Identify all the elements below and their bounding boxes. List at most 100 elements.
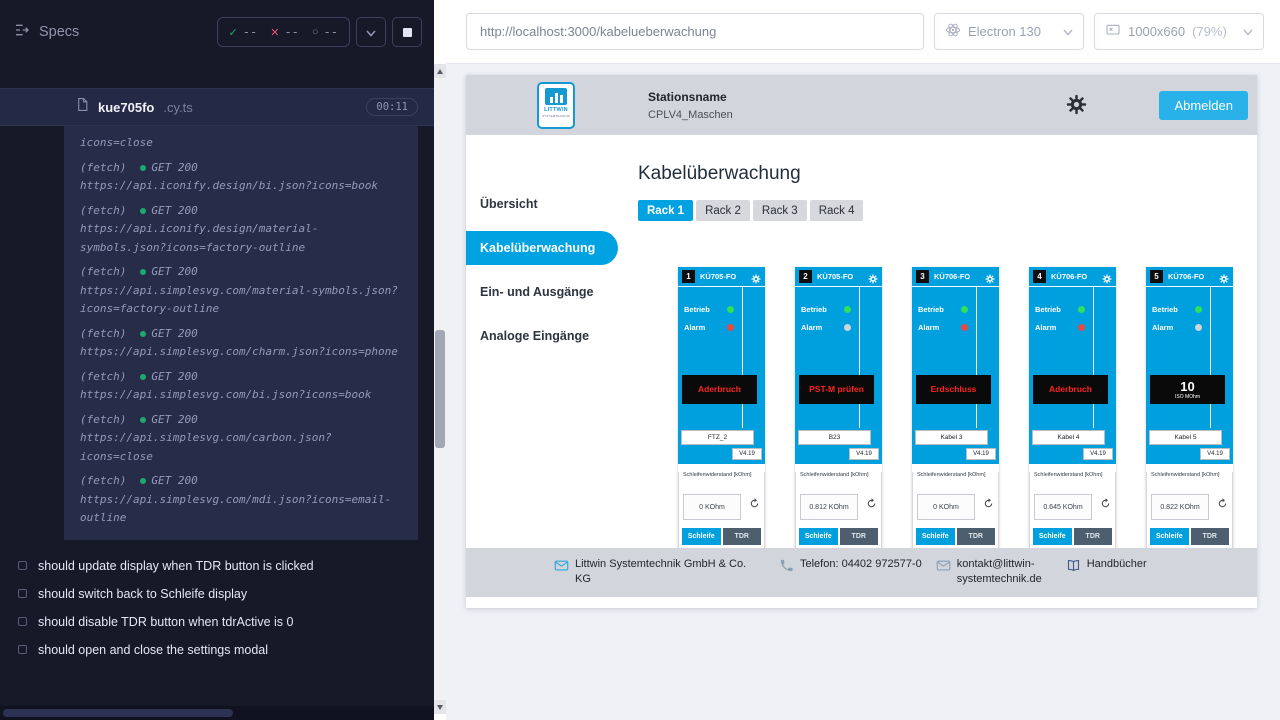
chevron-down-icon bbox=[366, 25, 376, 40]
loop-resistance-label: Schleifenwiderstand [kOhm] bbox=[1034, 472, 1115, 478]
betrieb-row: Betrieb bbox=[918, 305, 968, 314]
gear-icon[interactable] bbox=[868, 271, 878, 289]
scrollbar-thumb[interactable] bbox=[3, 709, 233, 717]
x-icon: ✕ bbox=[270, 26, 279, 39]
gear-icon[interactable] bbox=[985, 271, 995, 289]
betrieb-label: Betrieb bbox=[1152, 305, 1178, 314]
settings-gear-icon[interactable] bbox=[1066, 94, 1087, 120]
gear-icon[interactable] bbox=[1102, 271, 1112, 289]
tdr-button[interactable]: TDR bbox=[1191, 528, 1230, 545]
betrieb-row: Betrieb bbox=[1152, 305, 1202, 314]
test-item[interactable]: should update display when TDR button is… bbox=[18, 552, 424, 580]
log-overflow-line: icons=close bbox=[80, 134, 402, 153]
refresh-icon[interactable] bbox=[1217, 498, 1228, 509]
status-code: GET 200 bbox=[151, 472, 197, 491]
log-entry[interactable]: (fetch) GET 200 https://api.iconify.desi… bbox=[80, 159, 402, 196]
refresh-icon[interactable] bbox=[866, 498, 877, 509]
alarm-led bbox=[961, 324, 968, 331]
fetch-method: (fetch) bbox=[80, 411, 126, 430]
loop-resistance-label: Schleifenwiderstand [kOhm] bbox=[917, 472, 998, 478]
schleife-button[interactable]: Schleife bbox=[1150, 528, 1189, 545]
log-entry-head: (fetch) GET 200 bbox=[80, 368, 402, 387]
card-display: 3 KÜ706-FO Betrieb bbox=[912, 267, 999, 464]
tdr-button[interactable]: TDR bbox=[723, 528, 762, 545]
card-number: 3 bbox=[916, 270, 929, 283]
log-entry[interactable]: (fetch) GET 200 https://api.iconify.desi… bbox=[80, 202, 402, 258]
tdr-button[interactable]: TDR bbox=[840, 528, 879, 545]
tdr-button[interactable]: TDR bbox=[957, 528, 996, 545]
betrieb-led bbox=[844, 306, 851, 313]
rack-tabs: Rack 1 Rack 2 Rack 3 Rack 4 bbox=[638, 200, 1257, 221]
manuals-link[interactable]: Handbücher bbox=[1087, 557, 1147, 578]
card-number: 2 bbox=[799, 270, 812, 283]
rack-tab[interactable]: Rack 3 bbox=[753, 200, 807, 221]
rack-tab[interactable]: Rack 4 bbox=[810, 200, 864, 221]
test-stats: ✓ -- ✕ -- ○ -- bbox=[217, 17, 350, 47]
nav-item[interactable]: Analoge Eingänge bbox=[466, 319, 618, 353]
schleife-button[interactable]: Schleife bbox=[799, 528, 838, 545]
rack-tab[interactable]: Rack 1 bbox=[638, 200, 693, 221]
card-buttons: Schleife TDR bbox=[1150, 528, 1229, 545]
log-entry[interactable]: (fetch) GET 200 https://api.simplesvg.co… bbox=[80, 325, 402, 362]
arrow-up-icon bbox=[437, 69, 443, 74]
status-dot-icon bbox=[140, 165, 146, 171]
card-number: 1 bbox=[682, 270, 695, 283]
refresh-icon[interactable] bbox=[1100, 498, 1111, 509]
email-text[interactable]: kontakt@littwin-systemtechnik.de bbox=[957, 557, 1052, 587]
refresh-icon[interactable] bbox=[983, 498, 994, 509]
stop-button[interactable] bbox=[392, 17, 422, 47]
scroll-up-button[interactable] bbox=[434, 64, 446, 78]
horizontal-scrollbar[interactable] bbox=[0, 706, 434, 720]
card-divider bbox=[976, 287, 977, 428]
spec-file-bar[interactable]: kue705fo .cy.ts 00:11 bbox=[0, 88, 434, 126]
reporter-header: Specs ✓ -- ✕ -- ○ -- bbox=[0, 0, 434, 64]
logout-button[interactable]: Abmelden bbox=[1159, 91, 1248, 120]
card-buttons: Schleife TDR bbox=[1033, 528, 1112, 545]
cable-name: Kabel 3 bbox=[915, 430, 988, 445]
cable-name: FTZ_2 bbox=[681, 430, 754, 445]
log-entry[interactable]: (fetch) GET 200 https://api.simplesvg.co… bbox=[80, 411, 402, 467]
log-entry[interactable]: (fetch) GET 200 https://api.simplesvg.co… bbox=[80, 368, 402, 405]
specs-menu-button[interactable]: Specs bbox=[14, 22, 79, 42]
test-item[interactable]: should disable TDR button when tdrActive… bbox=[18, 608, 424, 636]
tdr-button[interactable]: TDR bbox=[1074, 528, 1113, 545]
vertical-scrollbar[interactable] bbox=[434, 0, 446, 720]
viewport-select[interactable]: 1000x660 (79%) bbox=[1094, 13, 1264, 50]
nav-item[interactable]: Übersicht bbox=[466, 187, 618, 221]
schleife-button[interactable]: Schleife bbox=[1033, 528, 1072, 545]
scroll-down-button[interactable] bbox=[434, 700, 446, 714]
scrollbar-track[interactable] bbox=[434, 64, 446, 714]
alarm-led bbox=[844, 324, 851, 331]
gear-icon[interactable] bbox=[1219, 271, 1229, 289]
schleife-button[interactable]: Schleife bbox=[916, 528, 955, 545]
test-item[interactable]: should open and close the settings modal bbox=[18, 636, 424, 664]
brand-sub: SYSTEMTECHNIK bbox=[542, 114, 570, 118]
log-entry[interactable]: (fetch) GET 200 https://api.simplesvg.co… bbox=[80, 472, 402, 528]
log-entry[interactable]: (fetch) GET 200 https://api.simplesvg.co… bbox=[80, 263, 402, 319]
url-bar[interactable]: http://localhost:3000/kabelueberwachung bbox=[466, 13, 924, 50]
schleife-button[interactable]: Schleife bbox=[682, 528, 721, 545]
alarm-label: Alarm bbox=[918, 323, 939, 332]
card-buttons: Schleife TDR bbox=[682, 528, 761, 545]
resistance-value: 0 KOhm bbox=[917, 494, 975, 520]
test-item[interactable]: should switch back to Schleife display bbox=[18, 580, 424, 608]
browser-toolbar: http://localhost:3000/kabelueberwachung … bbox=[446, 0, 1280, 64]
alarm-row: Alarm bbox=[918, 323, 968, 332]
circle-icon: ○ bbox=[312, 26, 319, 38]
nav-item[interactable]: Kabelüberwachung bbox=[466, 231, 618, 265]
browser-select[interactable]: Electron 130 bbox=[934, 13, 1084, 50]
screen: Specs ✓ -- ✕ -- ○ -- bbox=[0, 0, 1280, 720]
loop-resistance-label: Schleifenwiderstand [kOhm] bbox=[1151, 472, 1232, 478]
test-list: should update display when TDR button is… bbox=[0, 540, 434, 664]
status-value-unit: ISO MOhm bbox=[1175, 395, 1200, 400]
betrieb-row: Betrieb bbox=[1035, 305, 1085, 314]
request-url: https://api.simplesvg.com/mdi.json?icons… bbox=[80, 491, 402, 528]
rack-tab[interactable]: Rack 2 bbox=[696, 200, 750, 221]
gear-icon[interactable] bbox=[751, 271, 761, 289]
refresh-icon[interactable] bbox=[749, 498, 760, 509]
station-block: Stationsname CPLV4_Maschen bbox=[648, 90, 733, 121]
scrollbar-thumb[interactable] bbox=[435, 330, 445, 448]
footer-manuals: Handbücher bbox=[1066, 557, 1147, 578]
nav-item[interactable]: Ein- und Ausgänge bbox=[466, 275, 618, 309]
collapse-button[interactable] bbox=[356, 17, 386, 47]
